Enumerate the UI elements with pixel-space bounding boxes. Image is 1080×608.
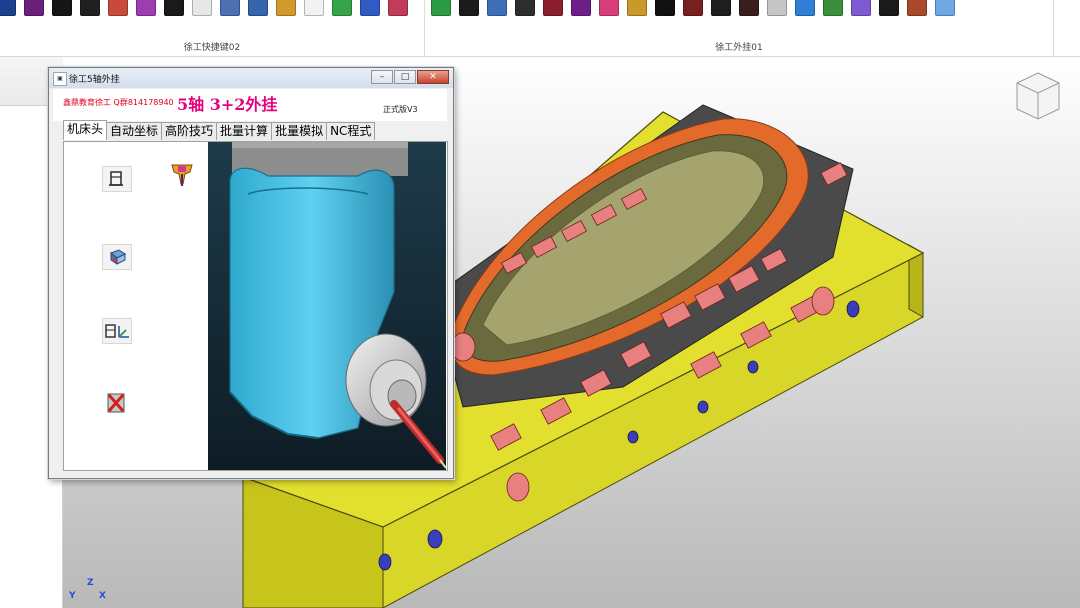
toolbar-icon[interactable] <box>388 0 408 16</box>
app-icon: ▣ <box>53 72 67 86</box>
toolbar-icon[interactable] <box>487 0 507 16</box>
toolbar-icon[interactable] <box>711 0 731 16</box>
ribbon-icon-row-left <box>0 0 416 18</box>
tab-machine-head[interactable]: 机床头 <box>63 120 108 140</box>
ribbon: 徐工快捷键02 徐工外挂01 <box>0 0 1080 57</box>
tab-batch-calculate[interactable]: 批量计算 <box>216 122 273 140</box>
toolbar-icon[interactable] <box>767 0 787 16</box>
tool-holder-icon <box>110 249 126 265</box>
toolbar-icon[interactable] <box>571 0 591 16</box>
toolbar-icon[interactable] <box>431 0 451 16</box>
ribbon-icon-row-right <box>431 0 963 18</box>
axis-label-y: Y <box>69 591 76 601</box>
ribbon-group-plugins: 徐工外挂01 <box>425 0 1054 56</box>
toolbar-icon[interactable] <box>164 0 184 16</box>
maximize-button[interactable]: □ <box>394 70 416 84</box>
dialog-title: 徐工5轴外挂 <box>69 75 120 85</box>
tab-auto-coordinate[interactable]: 自动坐标 <box>106 122 163 140</box>
toolbar-icon[interactable] <box>907 0 927 16</box>
toolbar-icon[interactable] <box>739 0 759 16</box>
view-cube[interactable] <box>1015 71 1061 121</box>
tab-nc-program[interactable]: NC程式 <box>326 122 376 140</box>
ribbon-group-shortcuts: 徐工快捷键02 <box>0 0 425 56</box>
toolbar-icon[interactable] <box>108 0 128 16</box>
toolbar-icon[interactable] <box>823 0 843 16</box>
tab-strip: 机床头 自动坐标 高阶技巧 批量计算 批量模拟 NC程式 <box>63 120 376 141</box>
toolbar-icon[interactable] <box>248 0 268 16</box>
ribbon-group-label: 徐工快捷键02 <box>183 43 241 53</box>
version-text: 正式版V3 <box>383 105 418 114</box>
delete-button[interactable] <box>102 390 132 416</box>
dialog-titlebar[interactable]: ▣ 徐工5轴外挂 – □ ✕ <box>49 68 453 88</box>
toolbar-icon[interactable] <box>851 0 871 16</box>
toolbar-icon[interactable] <box>935 0 955 16</box>
axis-triad: Z Y X <box>65 578 109 607</box>
toolbar-icon[interactable] <box>52 0 72 16</box>
toolbar-icon[interactable] <box>136 0 156 16</box>
toolbar-icon[interactable] <box>80 0 100 16</box>
spindle-icon <box>171 164 193 186</box>
spindle-button[interactable] <box>168 162 198 188</box>
toolbar-icon[interactable] <box>360 0 380 16</box>
toolbar-icon[interactable] <box>515 0 535 16</box>
toolbar-icon[interactable] <box>0 0 16 16</box>
axis-label-z: Z <box>87 578 94 588</box>
toolbar-icon[interactable] <box>332 0 352 16</box>
close-button[interactable]: ✕ <box>417 70 449 84</box>
brand-text: 鑫鼎教育徐工 Q群814178940 <box>63 98 174 107</box>
toolbar-icon[interactable] <box>795 0 815 16</box>
toolbar-icon[interactable] <box>599 0 619 16</box>
machine-head-icon <box>109 171 123 186</box>
toolbar-icon[interactable] <box>24 0 44 16</box>
delete-icon <box>107 393 125 413</box>
machine-head-button[interactable] <box>102 166 132 192</box>
toolbar-icon[interactable] <box>192 0 212 16</box>
ribbon-group-label: 徐工外挂01 <box>715 43 763 53</box>
toolbar-icon[interactable] <box>879 0 899 16</box>
toolbar-icon[interactable] <box>459 0 479 16</box>
tab-batch-simulate[interactable]: 批量模拟 <box>271 122 328 140</box>
axis-label-x: X <box>99 591 106 601</box>
five-axis-head-illustration <box>208 142 446 470</box>
toolbar-icon[interactable] <box>220 0 240 16</box>
toolbar-icon[interactable] <box>304 0 324 16</box>
toolbar-icon[interactable] <box>683 0 703 16</box>
toolbar-icon[interactable] <box>276 0 296 16</box>
axis-setup-button[interactable] <box>102 318 132 344</box>
headline-text: 5轴 3+2外挂 <box>177 95 278 114</box>
toolbar-icon[interactable] <box>655 0 675 16</box>
tab-panel-machine-head <box>63 141 448 471</box>
dialog-header: 鑫鼎教育徐工 Q群814178940 5轴 3+2外挂 正式版V3 <box>53 89 447 121</box>
toolbar-icon[interactable] <box>543 0 563 16</box>
tool-holder-button[interactable] <box>102 244 132 270</box>
tab-advanced-tips[interactable]: 高阶技巧 <box>161 122 218 140</box>
five-axis-plugin-dialog[interactable]: ▣ 徐工5轴外挂 – □ ✕ 鑫鼎教育徐工 Q群814178940 5轴 3+2… <box>48 67 454 479</box>
window-controls: – □ ✕ <box>370 70 449 84</box>
axis-setup-icon <box>105 324 129 338</box>
minimize-button[interactable]: – <box>371 70 393 84</box>
toolbar-icon[interactable] <box>627 0 647 16</box>
